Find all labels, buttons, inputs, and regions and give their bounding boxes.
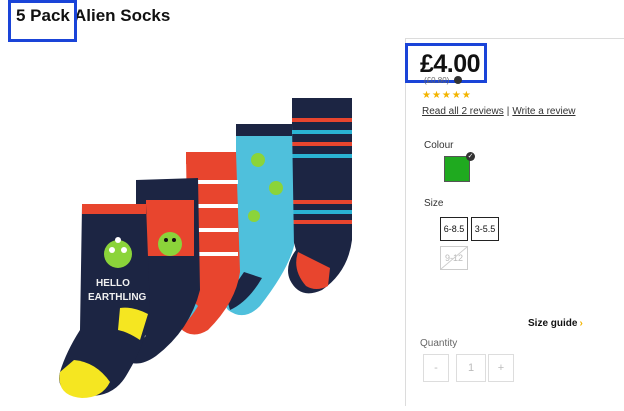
unavailable-strike-icon: [441, 247, 467, 269]
reviews-separator: |: [506, 106, 510, 117]
colour-swatch-green[interactable]: [444, 156, 470, 182]
panel-divider: [405, 38, 406, 406]
sock-print-hello: HELLO: [96, 278, 130, 289]
quantity-input[interactable]: 1: [456, 354, 486, 382]
product-image: HELLO EARTHLING: [30, 40, 400, 406]
rating-stars: ★★★★★: [422, 90, 472, 101]
unit-price: (£0.80): [424, 76, 450, 85]
size-guide-link[interactable]: Size guide ›: [528, 318, 583, 329]
size-option-6-8-5[interactable]: 6-8.5: [440, 217, 468, 241]
quantity-label: Quantity: [420, 338, 458, 349]
quantity-decrease-button[interactable]: -: [423, 354, 449, 382]
chevron-right-icon: ›: [579, 318, 583, 329]
check-icon: ✓: [466, 152, 475, 161]
highlight-box-title: [8, 0, 77, 42]
sock-navy-stripes: [288, 98, 352, 294]
write-review-link[interactable]: Write a review: [512, 106, 575, 117]
sock-print-earthling: EARTHLING: [88, 292, 147, 303]
quantity-increase-button[interactable]: +: [488, 354, 514, 382]
size-label: Size: [424, 198, 444, 209]
size-option-9-12[interactable]: 9-12: [440, 246, 468, 270]
reviews-links: Read all 2 reviews | Write a review: [422, 106, 576, 117]
size-option-3-5-5[interactable]: 3-5.5: [471, 217, 499, 241]
socks-illustration: HELLO EARTHLING: [59, 98, 352, 398]
panel-top-border: [405, 38, 624, 39]
size-guide-label: Size guide: [528, 318, 578, 329]
info-icon[interactable]: [454, 76, 462, 84]
colour-label: Colour: [424, 140, 454, 151]
read-reviews-link[interactable]: Read all 2 reviews: [422, 106, 504, 117]
sock-hello-earthling: HELLO EARTHLING: [59, 204, 151, 398]
